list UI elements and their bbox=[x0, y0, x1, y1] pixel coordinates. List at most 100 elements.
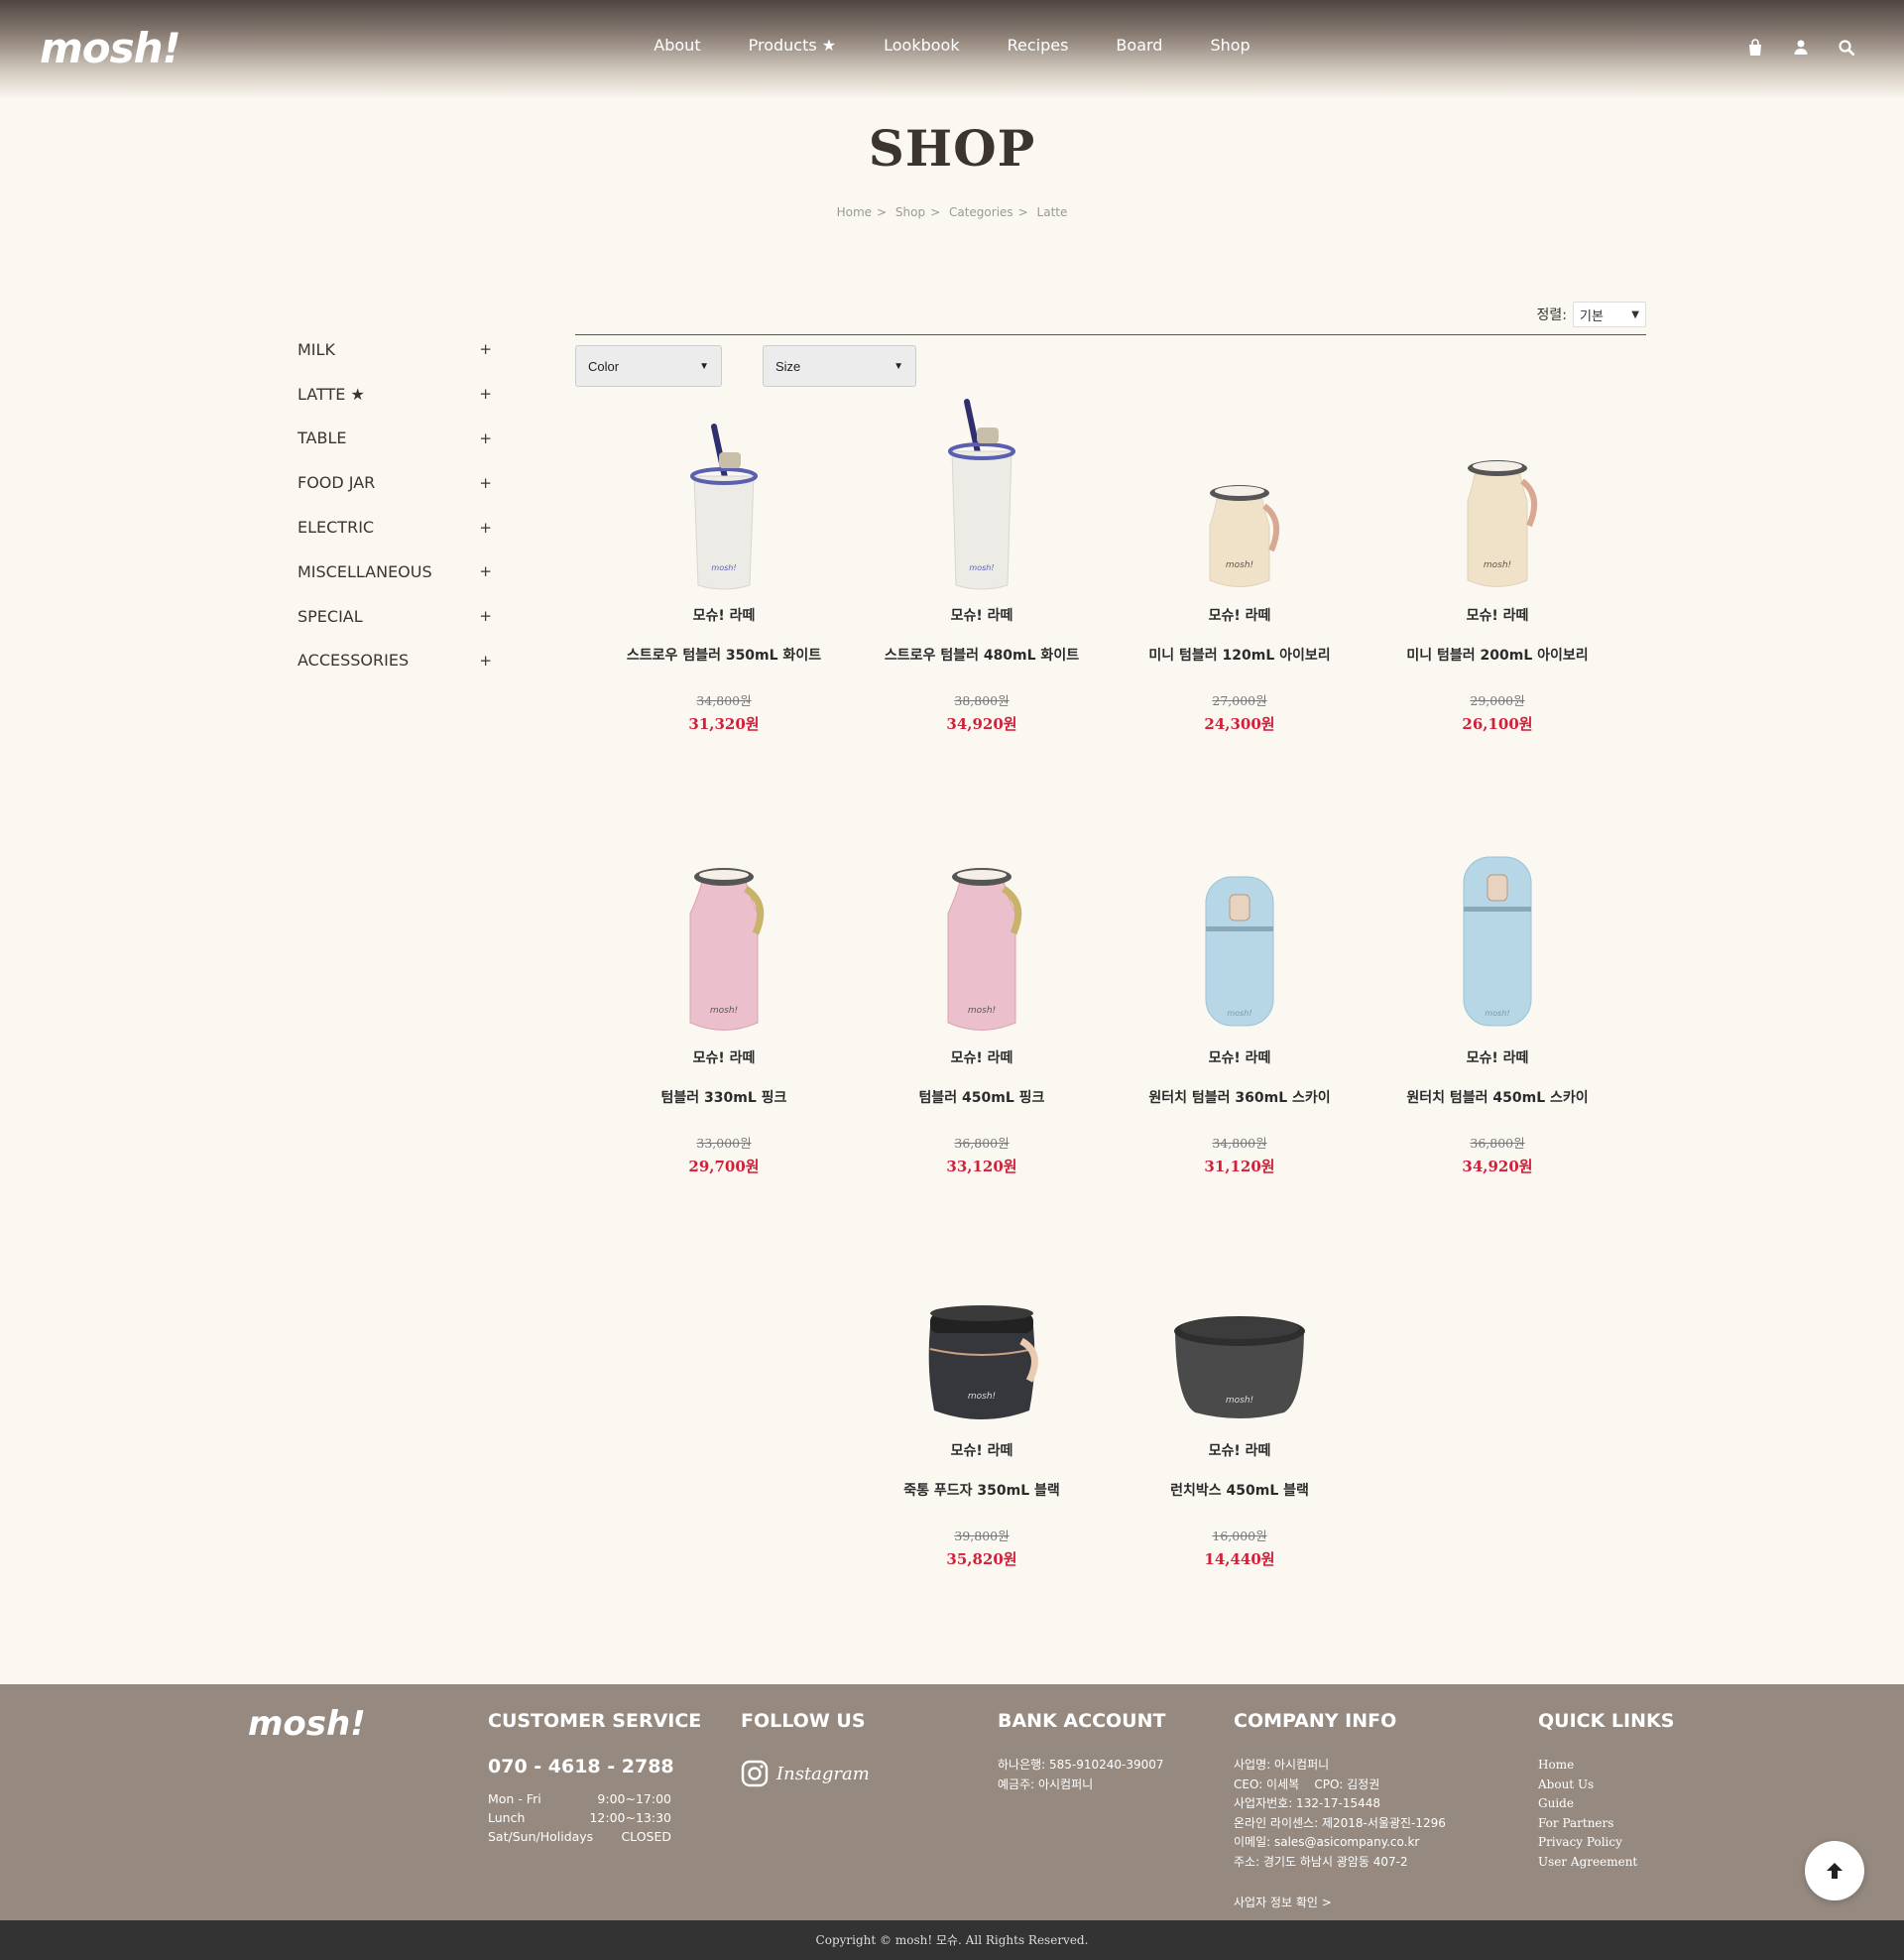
sidebar-item-special[interactable]: SPECIAL + bbox=[298, 594, 496, 639]
quick-link-partners[interactable]: For Partners bbox=[1538, 1814, 1674, 1834]
toolbar-divider bbox=[575, 334, 1646, 335]
product-image[interactable]: mosh! bbox=[1378, 397, 1616, 595]
product-name[interactable]: 스트로우 텀블러 350mL 화이트 bbox=[605, 645, 843, 665]
product-card[interactable]: mosh! 모슈! 라떼 텀블러 330mL 핑크 33,000원 29,700… bbox=[605, 839, 843, 1176]
product-name[interactable]: 텀블러 330mL 핑크 bbox=[605, 1087, 843, 1107]
product-image[interactable]: mosh! bbox=[1121, 839, 1359, 1038]
plus-icon[interactable]: + bbox=[479, 652, 492, 670]
plus-icon[interactable]: + bbox=[479, 385, 492, 403]
svg-text:mosh!: mosh! bbox=[711, 563, 736, 572]
plus-icon[interactable]: + bbox=[479, 519, 492, 537]
plus-icon[interactable]: + bbox=[479, 562, 492, 580]
product-card[interactable]: mosh! 모슈! 라떼 런치박스 450mL 블랙 16,000원 14,44… bbox=[1121, 1232, 1359, 1569]
plus-icon[interactable]: + bbox=[479, 429, 492, 447]
breadcrumb-home[interactable]: Home bbox=[837, 205, 872, 219]
instagram-label: Instagram bbox=[776, 1763, 870, 1784]
hours-value: 12:00~13:30 bbox=[589, 1810, 671, 1825]
product-original-price: 33,000원 bbox=[696, 1136, 752, 1151]
product-name[interactable]: 텀블러 450mL 핑크 bbox=[863, 1087, 1101, 1107]
product-image[interactable]: mosh! bbox=[1121, 397, 1359, 595]
sidebar-item-table[interactable]: TABLE + bbox=[298, 417, 496, 461]
product-brand: 모슈! 라떼 bbox=[1208, 1050, 1271, 1066]
product-name[interactable]: 런치박스 450mL 블랙 bbox=[1121, 1480, 1359, 1500]
shopping-bag-icon[interactable] bbox=[1745, 38, 1765, 58]
product-brand: 모슈! 라떼 bbox=[1208, 1443, 1271, 1459]
footer-logo[interactable]: mosh! bbox=[248, 1704, 366, 1744]
sidebar-item-label: ACCESSORIES bbox=[298, 651, 410, 671]
svg-text:mosh!: mosh! bbox=[1226, 560, 1253, 570]
nav-about[interactable]: About bbox=[654, 36, 700, 55]
category-sidebar: MILK + LATTE ★ + TABLE + FOOD JAR + ELECTRIC… bbox=[298, 327, 496, 682]
product-card[interactable]: mosh! 모슈! 라떼 죽통 푸드자 350mL 블랙 39,800원 35,… bbox=[863, 1232, 1101, 1569]
product-name[interactable]: 미니 텀블러 200mL 아이보리 bbox=[1378, 645, 1616, 665]
hours-row: Lunch 12:00~13:30 bbox=[488, 1808, 671, 1827]
user-icon[interactable] bbox=[1791, 38, 1811, 58]
product-name[interactable]: 죽통 푸드자 350mL 블랙 bbox=[863, 1480, 1101, 1500]
instagram-icon bbox=[741, 1760, 769, 1787]
instagram-link[interactable]: Instagram bbox=[741, 1760, 870, 1787]
product-card[interactable]: mosh! 모슈! 라떼 원터치 텀블러 360mL 스카이 34,800원 3… bbox=[1121, 839, 1359, 1176]
size-filter-label: Size bbox=[775, 358, 801, 374]
product-image[interactable]: mosh! bbox=[1378, 839, 1616, 1038]
product-name[interactable]: 스트로우 텀블러 480mL 화이트 bbox=[863, 645, 1101, 665]
hours-label: Lunch bbox=[488, 1810, 526, 1825]
product-original-price: 34,800원 bbox=[1212, 1136, 1267, 1151]
hours-value: 9:00~17:00 bbox=[597, 1791, 671, 1806]
bank-line: 예금주: 아시컴퍼니 bbox=[998, 1776, 1094, 1791]
size-filter-select[interactable]: Size ▼ bbox=[763, 345, 916, 387]
sidebar-item-label: TABLE bbox=[298, 429, 347, 448]
product-name[interactable]: 원터치 텀블러 360mL 스카이 bbox=[1121, 1087, 1359, 1107]
sidebar-item-miscellaneous[interactable]: MISCELLANEOUS + bbox=[298, 550, 496, 594]
product-name[interactable]: 원터치 텀블러 450mL 스카이 bbox=[1378, 1087, 1616, 1107]
quick-link-guide[interactable]: Guide bbox=[1538, 1794, 1674, 1814]
product-card[interactable]: mosh! 모슈! 라떼 미니 텀블러 200mL 아이보리 29,000원 2… bbox=[1378, 397, 1616, 734]
quick-link-privacy[interactable]: Privacy Policy bbox=[1538, 1833, 1674, 1853]
bank-line: 하나은행: 585-910240-39007 bbox=[998, 1758, 1164, 1772]
business-info-link[interactable]: 사업자 정보 확인 > bbox=[1234, 1894, 1446, 1910]
nav-board[interactable]: Board bbox=[1116, 36, 1162, 55]
sidebar-item-electric[interactable]: ELECTRIC + bbox=[298, 505, 496, 550]
plus-icon[interactable]: + bbox=[479, 474, 492, 492]
nav-recipes[interactable]: Recipes bbox=[1008, 36, 1069, 55]
breadcrumb-categories[interactable]: Categories bbox=[949, 205, 1013, 219]
product-image[interactable]: mosh! bbox=[605, 839, 843, 1038]
product-original-price: 38,800원 bbox=[954, 693, 1010, 708]
follow-title: FOLLOW US bbox=[741, 1710, 866, 1732]
product-image[interactable]: mosh! bbox=[1121, 1232, 1359, 1430]
sidebar-item-milk[interactable]: MILK + bbox=[298, 327, 496, 372]
product-sale-price: 24,300원 bbox=[1204, 715, 1275, 733]
company-section: COMPANY INFO 사업명: 아시컴퍼니 CEO: 이세복 CPO: 김정… bbox=[1234, 1710, 1446, 1910]
nav-lookbook[interactable]: Lookbook bbox=[884, 36, 959, 55]
chevron-down-icon: ▼ bbox=[699, 360, 709, 372]
product-image[interactable]: mosh! bbox=[863, 397, 1101, 595]
sidebar-item-food-jar[interactable]: FOOD JAR + bbox=[298, 460, 496, 505]
sort-label: 정렬: bbox=[1536, 307, 1567, 323]
sidebar-item-accessories[interactable]: ACCESSORIES + bbox=[298, 639, 496, 683]
breadcrumb-shop[interactable]: Shop bbox=[895, 205, 925, 219]
quick-link-agreement[interactable]: User Agreement bbox=[1538, 1853, 1674, 1873]
color-filter-select[interactable]: Color ▼ bbox=[575, 345, 722, 387]
quick-link-home[interactable]: Home bbox=[1538, 1756, 1674, 1776]
product-card[interactable]: mosh! 모슈! 라떼 스트로우 텀블러 350mL 화이트 34,800원 … bbox=[605, 397, 843, 734]
search-icon[interactable] bbox=[1837, 38, 1856, 58]
breadcrumb-latte[interactable]: Latte bbox=[1037, 205, 1068, 219]
sort-select[interactable]: 기본 ▼ bbox=[1573, 302, 1646, 327]
plus-icon[interactable]: + bbox=[479, 340, 492, 358]
product-card[interactable]: mosh! 모슈! 라떼 미니 텀블러 120mL 아이보리 27,000원 2… bbox=[1121, 397, 1359, 734]
product-card[interactable]: mosh! 모슈! 라떼 원터치 텀블러 450mL 스카이 36,800원 3… bbox=[1378, 839, 1616, 1176]
svg-text:mosh!: mosh! bbox=[710, 1006, 738, 1016]
product-card[interactable]: mosh! 모슈! 라떼 텀블러 450mL 핑크 36,800원 33,120… bbox=[863, 839, 1101, 1176]
sidebar-item-latte[interactable]: LATTE ★ + bbox=[298, 372, 496, 417]
product-image[interactable]: mosh! bbox=[863, 1232, 1101, 1430]
product-card[interactable]: mosh! 모슈! 라떼 스트로우 텀블러 480mL 화이트 38,800원 … bbox=[863, 397, 1101, 734]
phone-number[interactable]: 070 - 4618 - 2788 bbox=[488, 1756, 701, 1777]
nav-products[interactable]: Products ★ bbox=[749, 36, 837, 55]
product-name[interactable]: 미니 텀블러 120mL 아이보리 bbox=[1121, 645, 1359, 665]
company-line: 사업자번호: 132-17-15448 bbox=[1234, 1796, 1381, 1810]
quick-link-about[interactable]: About Us bbox=[1538, 1776, 1674, 1795]
product-image[interactable]: mosh! bbox=[863, 839, 1101, 1038]
product-image[interactable]: mosh! bbox=[605, 397, 843, 595]
scroll-to-top-button[interactable] bbox=[1805, 1841, 1864, 1900]
nav-shop[interactable]: Shop bbox=[1210, 36, 1250, 55]
plus-icon[interactable]: + bbox=[479, 607, 492, 625]
